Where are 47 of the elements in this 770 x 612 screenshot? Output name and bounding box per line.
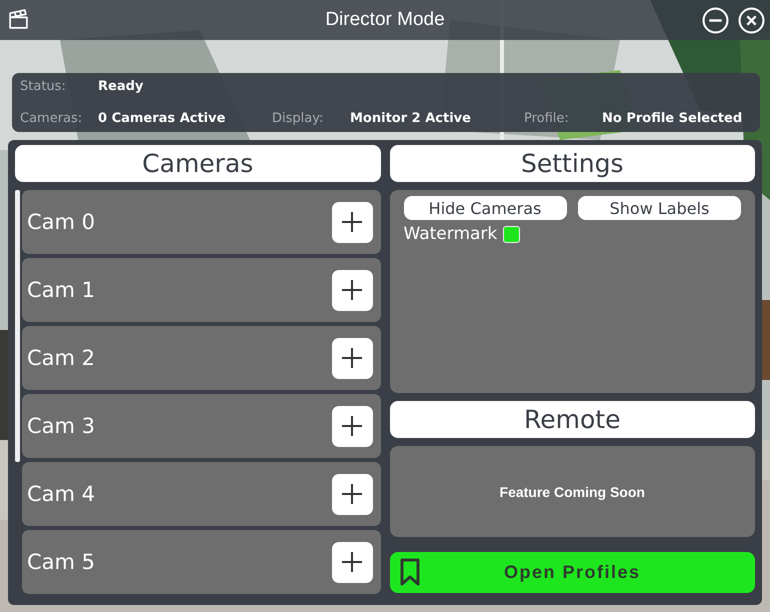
- plus-icon: [340, 346, 364, 370]
- camera-label: Cam 5: [27, 550, 96, 574]
- toggle-button[interactable]: Hide Cameras: [404, 196, 566, 220]
- checkbox[interactable]: [503, 226, 520, 242]
- field-value: Monitor 2 Active: [350, 111, 471, 126]
- field-label: Profile:: [524, 111, 570, 126]
- camera-label: Cam 1: [27, 278, 96, 302]
- plus-icon: [340, 482, 364, 506]
- toggle-button[interactable]: Show Labels: [578, 196, 741, 220]
- clapperboard-icon: [8, 9, 29, 30]
- camera-label: Cam 0: [27, 210, 96, 234]
- field-label: Status:: [20, 79, 67, 94]
- add-button[interactable]: [332, 338, 372, 378]
- field-value: 0 Cameras Active: [98, 111, 226, 126]
- plus-icon: [340, 278, 364, 302]
- bookmark-icon: [400, 558, 420, 586]
- add-button[interactable]: [332, 542, 372, 582]
- add-button[interactable]: [332, 270, 372, 310]
- minimize-button[interactable]: [702, 7, 729, 34]
- window-title: Director Mode: [325, 9, 445, 31]
- section-header: Cameras: [15, 145, 380, 182]
- add-button[interactable]: [332, 202, 372, 242]
- camera-row[interactable]: Cam 0: [22, 190, 380, 254]
- plus-icon: [340, 550, 364, 574]
- open-profiles-button[interactable]: Open Profiles: [390, 552, 755, 593]
- camera-row[interactable]: Cam 1: [22, 258, 380, 322]
- add-button[interactable]: [332, 406, 372, 446]
- add-button[interactable]: [332, 474, 372, 514]
- field-value: No Profile Selected: [602, 111, 742, 126]
- close-button[interactable]: [738, 7, 765, 34]
- camera-label: Cam 2: [27, 346, 96, 370]
- camera-label: Cam 3: [27, 414, 96, 438]
- plus-icon: [340, 414, 364, 438]
- scrollbar[interactable]: [15, 190, 20, 462]
- camera-row[interactable]: Cam 4: [22, 462, 380, 526]
- section-header: Remote: [390, 401, 755, 438]
- section-header: Settings: [390, 145, 755, 182]
- field-label: Display:: [272, 111, 324, 126]
- camera-label: Cam 4: [27, 482, 96, 506]
- plus-icon: [340, 210, 364, 234]
- camera-row[interactable]: Cam 5: [22, 530, 380, 594]
- field-label: Cameras:: [20, 111, 84, 126]
- camera-row[interactable]: Cam 3: [22, 394, 380, 458]
- camera-row[interactable]: Cam 2: [22, 326, 380, 390]
- message-text: Feature Coming Soon: [500, 484, 645, 500]
- option-label: Watermark: [404, 224, 498, 244]
- field-value: Ready: [98, 79, 144, 94]
